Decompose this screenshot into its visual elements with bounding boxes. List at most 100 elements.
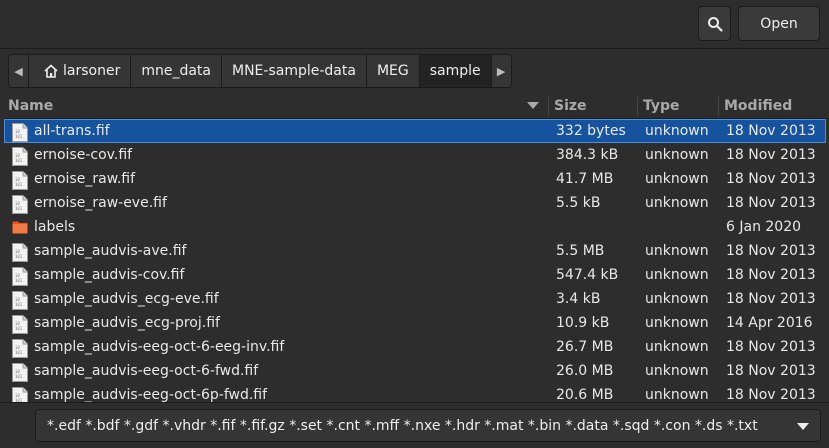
file-icon: 10 101 [12, 171, 28, 190]
file-name: sample_audvis-ave.fif [34, 243, 187, 259]
column-separator[interactable] [637, 97, 638, 116]
svg-text:101: 101 [15, 182, 23, 187]
file-size: 3.4 kB [556, 291, 601, 307]
file-modified: 18 Nov 2013 [726, 267, 816, 283]
path-segment[interactable]: MNE-sample-data [221, 54, 367, 88]
file-name: sample_audvis-cov.fif [34, 267, 185, 283]
column-header-modified[interactable]: Modified [724, 98, 792, 114]
header-bar: Open [0, 0, 829, 49]
file-size: 26.0 MB [556, 363, 614, 379]
open-button[interactable]: Open [738, 6, 820, 41]
home-icon [44, 64, 58, 78]
path-segment-home[interactable]: larsoner [28, 54, 132, 88]
column-header-size[interactable]: Size [554, 98, 587, 114]
file-name: labels [34, 219, 76, 235]
file-row[interactable]: 10 101 ernoise_raw.fif 41.7 MB unknown 18 Nov… [4, 167, 828, 191]
path-segment-label: MNE-sample-data [232, 63, 356, 79]
svg-text:101: 101 [15, 254, 23, 259]
chevron-left-icon: ◀ [14, 64, 23, 78]
file-row[interactable]: 10 101 sample_audvis-eeg-oct-6-fwd.fif 26.0… [4, 359, 828, 383]
file-name: sample_audvis-eeg-oct-6-fwd.fif [34, 363, 259, 379]
file-name: sample_audvis_ecg-eve.fif [34, 291, 219, 307]
file-size: 547.4 kB [556, 267, 619, 283]
path-forward-button[interactable]: ▶ [490, 54, 512, 88]
file-row[interactable]: 10 101 all-trans.fif 332 bytes unknown 18 Nov… [4, 119, 826, 143]
footer-bar: *.edf *.bdf *.gdf *.vhdr *.fif *.fif.gz … [0, 402, 829, 448]
file-size: 5.5 kB [556, 195, 601, 211]
file-modified: 18 Nov 2013 [726, 171, 816, 187]
filter-value: *.edf *.bdf *.gdf *.vhdr *.fif *.fif.gz … [47, 417, 758, 434]
file-icon: 10 101 [12, 291, 28, 310]
column-header-type[interactable]: Type [643, 98, 680, 114]
file-type: unknown [645, 123, 709, 139]
file-row[interactable]: 10 101 sample_audvis_ecg-proj.fif 10.9 kB un… [4, 311, 828, 335]
file-icon: 10 101 [12, 147, 28, 166]
file-type: unknown [645, 195, 709, 211]
file-icon: 10 101 [12, 267, 28, 286]
file-name: sample_audvis-eeg-oct-6-eeg-inv.fif [34, 339, 285, 355]
path-segment-label: MEG [376, 63, 409, 79]
column-separator[interactable] [718, 97, 719, 116]
svg-text:101: 101 [15, 302, 23, 307]
file-name: ernoise-cov.fif [34, 147, 133, 163]
path-back-button[interactable]: ◀ [8, 54, 29, 88]
file-type: unknown [645, 291, 709, 307]
file-name: ernoise_raw.fif [34, 171, 136, 187]
path-segment-label: sample [429, 63, 481, 79]
column-header-name[interactable]: Name [8, 98, 53, 114]
sort-down-icon[interactable] [527, 102, 539, 110]
file-type: unknown [645, 171, 709, 187]
file-type: unknown [645, 315, 709, 331]
svg-text:101: 101 [15, 350, 23, 355]
search-button[interactable] [698, 6, 731, 41]
search-icon [707, 16, 723, 32]
file-modified: 18 Nov 2013 [726, 363, 816, 379]
path-segment-label: mne_data [141, 63, 211, 79]
file-type: unknown [645, 339, 709, 355]
file-row[interactable]: 10 101 sample_audvis-eeg-oct-6-eeg-inv.fif… [4, 335, 828, 359]
path-bar: ◀ larsoner mne_data MNE-sample-data MEG … [8, 54, 512, 88]
file-type: unknown [645, 363, 709, 379]
file-modified: 18 Nov 2013 [726, 291, 816, 307]
file-name: all-trans.fif [34, 123, 110, 139]
file-size: 10.9 kB [556, 315, 610, 331]
file-row[interactable]: 10 101 ernoise_raw-eve.fif 5.5 kB unknown 18 … [4, 191, 828, 215]
path-segment[interactable]: mne_data [130, 54, 222, 88]
file-row[interactable]: 10 101 sample_audvis-eeg-oct-6p-fwd.fif 20.… [4, 383, 828, 402]
file-icon: 10 101 [12, 195, 28, 214]
file-modified: 18 Nov 2013 [726, 387, 816, 402]
chevron-right-icon: ▶ [496, 64, 506, 78]
file-type: unknown [645, 267, 709, 283]
file-name: ernoise_raw-eve.fif [34, 195, 167, 211]
file-type: unknown [645, 243, 709, 259]
file-modified: 18 Nov 2013 [726, 243, 816, 259]
path-segment[interactable]: MEG [365, 54, 420, 88]
file-row[interactable]: 10 101 ernoise-cov.fif 384.3 kB unknown 18 No… [4, 143, 828, 167]
file-icon: 10 101 [12, 123, 28, 142]
path-segment-current[interactable]: sample [418, 54, 492, 88]
file-rows: 10 101 all-trans.fif 332 bytes unknown 18 Nov… [4, 119, 828, 402]
file-icon: 10 101 [12, 315, 28, 334]
file-icon: 10 101 [12, 363, 28, 382]
svg-text:101: 101 [15, 134, 23, 139]
folder-icon [12, 219, 28, 238]
file-row[interactable]: 10 101 sample_audvis-ave.fif 5.5 MB unknown 1… [4, 239, 828, 263]
file-type: unknown [645, 147, 709, 163]
svg-text:101: 101 [15, 326, 23, 331]
file-type: unknown [645, 387, 709, 402]
column-separator[interactable] [548, 97, 549, 116]
file-modified: 18 Nov 2013 [726, 123, 816, 139]
file-icon: 10 101 [12, 339, 28, 358]
file-icon: 10 101 [12, 387, 28, 402]
file-row[interactable]: 10 101 sample_audvis-cov.fif 547.4 kB unknow… [4, 263, 828, 287]
file-name: sample_audvis-eeg-oct-6p-fwd.fif [34, 387, 268, 402]
file-type-filter-dropdown[interactable]: *.edf *.bdf *.gdf *.vhdr *.fif *.fif.gz … [35, 409, 821, 442]
file-icon: 10 101 [12, 243, 28, 262]
file-size: 384.3 kB [556, 147, 619, 163]
file-row[interactable]: 10 101 sample_audvis_ecg-eve.fif 3.4 kB unkn… [4, 287, 828, 311]
file-modified: 18 Nov 2013 [726, 195, 816, 211]
file-name: sample_audvis_ecg-proj.fif [34, 315, 220, 331]
column-header-row: Name Size Type Modified [4, 95, 828, 119]
folder-row[interactable]: labels 6 Jan 2020 [4, 215, 828, 239]
file-list[interactable]: Name Size Type Modified 10 101 all-trans.f… [4, 95, 828, 402]
